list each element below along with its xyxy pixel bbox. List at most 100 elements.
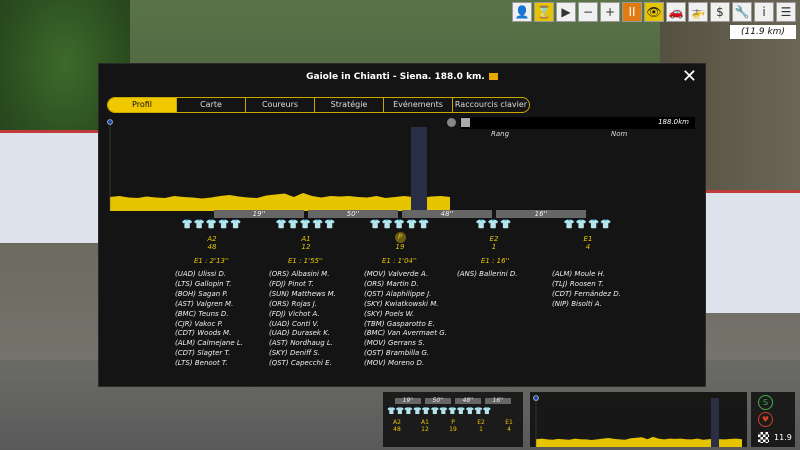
tab-coureurs[interactable]: Coureurs [246, 98, 315, 112]
modal-title-text: Gaiole in Chianti - Siena. 188.0 km. [306, 72, 485, 82]
gap-label-1: E1 : 2'13'' [194, 257, 229, 265]
rider-name[interactable]: (MOV) Moreno D. [364, 359, 447, 369]
rider-name[interactable]: (UAD) Durasek K. [269, 329, 336, 339]
race-info-modal: Gaiole in Chianti - Siena. 188.0 km. ✕ P… [98, 63, 706, 387]
sprint-value: 12 [301, 243, 311, 251]
pause-button[interactable]: II [622, 2, 642, 22]
group-4[interactable]: 👕👕👕 E2 1 [449, 220, 539, 251]
rider-name[interactable]: (FDJ) Pinot T. [269, 280, 336, 290]
mini-start-marker [533, 395, 539, 401]
rider-name[interactable]: (ORS) Martin D. [364, 280, 447, 290]
close-button[interactable]: ✕ [682, 68, 697, 86]
eye-icon[interactable]: 👁 [644, 2, 664, 22]
rider-list-2: (ORS) Albasini M. (FDJ) Pinot T. (SUN) Mat… [269, 270, 336, 369]
rider-name[interactable]: (ORS) Albasini M. [269, 270, 336, 280]
rider-name[interactable]: (ORS) Rojas J. [269, 300, 336, 310]
info-button[interactable]: i [754, 2, 774, 22]
sprint-value: 4 [585, 243, 591, 251]
rider-list-3: (MOV) Valverde A. (ORS) Martin D. (QST) Al… [364, 270, 447, 369]
rider-name[interactable]: (TBM) Gasparotto E. [364, 320, 447, 330]
money-icon[interactable]: $ [710, 2, 730, 22]
elevation-profile [107, 119, 450, 211]
rider-name[interactable]: (SUN) Matthews M. [269, 290, 336, 300]
gap-label-3: E1 : 1'04'' [382, 257, 417, 265]
rider-name[interactable]: (CJR) Vakoc P. [175, 320, 243, 330]
gap-label-4: E1 : 16'' [481, 257, 510, 265]
tab-bar: Profil Carte Coureurs Stratégie Evénemen… [107, 97, 530, 113]
sprint-code: A1 [301, 235, 311, 243]
rider-name[interactable]: (NIP) Bisolti A. [552, 300, 621, 310]
sprint-code: E1 [583, 235, 593, 243]
jersey-icons: 👕👕👕👕 [563, 220, 613, 230]
rider-name[interactable]: (SKY) Deniff S. [269, 349, 336, 359]
rider-name[interactable]: (CDT) Slagter T. [175, 349, 243, 359]
jersey-icons: 👕👕👕 [475, 220, 513, 230]
rider-name[interactable]: (AST) Nordhaug L. [269, 339, 336, 349]
wrench-icon[interactable]: 🔧 [732, 2, 752, 22]
sprint-code: A2 [207, 235, 217, 243]
mini-code-1: A2 48 [393, 419, 401, 433]
rider-name[interactable]: (FDJ) Vichot A. [269, 310, 336, 320]
sprint-value: 48 [207, 243, 217, 251]
sprint-value: 19 [395, 243, 405, 251]
rider-name[interactable]: (MOV) Valverde A. [364, 270, 447, 280]
total-distance: 188.0km [658, 118, 689, 126]
side-controls: S ♥ 11.9 [751, 392, 795, 447]
sprint-value: 1 [491, 243, 497, 251]
tab-profil[interactable]: Profil [108, 98, 177, 112]
speed-button[interactable]: ▶ [556, 2, 576, 22]
player-icon[interactable]: 👤 [512, 2, 532, 22]
rider-name[interactable]: (MOV) Gerrans S. [364, 339, 447, 349]
tab-raccourcis[interactable]: Raccourcis clavier [453, 98, 529, 112]
rider-name[interactable]: (BMC) Van Avermaet G. [364, 329, 447, 339]
group-2[interactable]: 👕👕👕👕👕 A1 12 [261, 220, 351, 251]
rider-name[interactable]: (QST) Alaphilippe J. [364, 290, 447, 300]
rider-name[interactable]: (AST) Valgren M. [175, 300, 243, 310]
rider-name[interactable]: (BMC) Teuns D. [175, 310, 243, 320]
side-button-top[interactable]: S [758, 395, 773, 410]
top-toolbar: 👤 ⌛ ▶ − + II 👁 🚗 🚁 $ 🔧 i ☰ [512, 2, 796, 22]
rider-name[interactable]: (UAD) Conti V. [269, 320, 336, 330]
menu-button[interactable]: ☰ [776, 2, 796, 22]
rider-name[interactable]: (SKY) Kwiatkowski M. [364, 300, 447, 310]
hourglass-icon[interactable]: ⌛ [534, 2, 554, 22]
rider-name[interactable]: (QST) Brambilla G. [364, 349, 447, 359]
rider-name[interactable]: (ALM) Calmejane L. [175, 339, 243, 349]
sprint-code: E2 [489, 235, 499, 243]
name-header: Nom [611, 130, 628, 138]
tab-carte[interactable]: Carte [177, 98, 246, 112]
rider-name[interactable]: (SKY) Poels W. [364, 310, 447, 320]
rider-name[interactable]: (LTS) Gallopin T. [175, 280, 243, 290]
tab-evenements[interactable]: Evénements [384, 98, 453, 112]
rider-name[interactable]: (LTS) Benoot T. [175, 359, 243, 369]
helicopter-icon[interactable]: 🚁 [688, 2, 708, 22]
mini-position-band [711, 398, 719, 447]
race-position-band [411, 127, 427, 211]
rider-name[interactable]: (BOH) Sagan P. [175, 290, 243, 300]
speed-up-button[interactable]: + [600, 2, 620, 22]
mini-elevation-profile[interactable] [530, 392, 747, 447]
rider-name[interactable]: (CDT) Woods M. [175, 329, 243, 339]
rider-name[interactable]: (QST) Capecchi E. [269, 359, 336, 369]
group-3[interactable]: 👕👕👕👕👕 P 19 [355, 220, 445, 251]
rank-header: Rang [491, 130, 510, 138]
group-5[interactable]: 👕👕👕👕 E1 4 [543, 220, 633, 251]
mini-groups-strip[interactable]: 19'' 50'' 48'' 16'' 👕👕👕👕👕👕👕👕👕👕👕👕 A2 48 A1… [383, 392, 523, 447]
rider-name[interactable]: (UAD) Ulissi D. [175, 270, 243, 280]
group-1[interactable]: 👕👕👕👕👕 A2 48 [167, 220, 257, 251]
speed-down-button[interactable]: − [578, 2, 598, 22]
mini-jersey-icons: 👕👕👕👕👕👕👕👕👕👕👕👕 [387, 407, 492, 415]
mini-code-3: P 19 [449, 419, 457, 433]
rider-name[interactable]: (ALM) Moule H. [552, 270, 621, 280]
gap-bar-3: 48'' [402, 210, 492, 218]
tab-strategie[interactable]: Stratégie [315, 98, 384, 112]
rider-name[interactable]: (ANS) Ballerini D. [457, 270, 518, 280]
jersey-icons: 👕👕👕👕👕 [181, 220, 243, 230]
mini-gap-1: 19'' [395, 398, 421, 404]
vehicle-icon[interactable]: 🚗 [666, 2, 686, 22]
heart-rate-icon[interactable]: ♥ [758, 412, 773, 427]
rider-name[interactable]: (CDT) Fernández D. [552, 290, 621, 300]
elevation-area [110, 193, 450, 211]
profile-distance-bar: 188.0km [460, 117, 695, 129]
rider-name[interactable]: (TLJ) Roosen T. [552, 280, 621, 290]
